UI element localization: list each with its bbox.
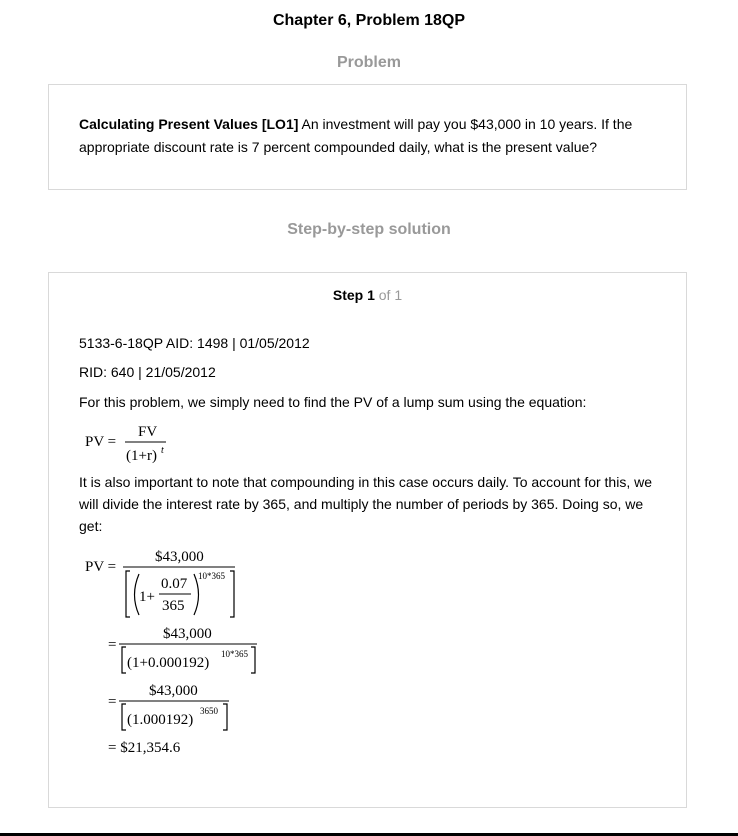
intro-text: For this problem, we simply need to find… bbox=[79, 394, 587, 410]
pv-formula-exponent: t bbox=[161, 445, 164, 456]
calc-numerator-3: $43,000 bbox=[149, 683, 198, 699]
calc-numerator-1: $43,000 bbox=[155, 549, 204, 565]
calc-rate-denominator: 365 bbox=[162, 598, 185, 614]
page-title: Chapter 6, Problem 18QP bbox=[272, 12, 466, 29]
left-bracket-2 bbox=[121, 646, 126, 674]
calc-lhs: PV = bbox=[85, 559, 116, 575]
page: { "page": { "title": "Chapter 6, Problem… bbox=[0, 0, 738, 836]
problem-label: Calculating Present Values [LO1] bbox=[79, 116, 299, 132]
calc-base-2: (1+0.000192) bbox=[127, 655, 209, 671]
calc-exponent-3: 3650 bbox=[200, 706, 219, 716]
pv-formula-denominator: (1+r) bbox=[126, 448, 157, 464]
calc-one-plus: 1+ bbox=[139, 589, 155, 605]
calc-result: = $21,354.6 bbox=[108, 740, 181, 756]
calc-base-3: (1.000192) bbox=[127, 712, 193, 728]
pv-formula-numerator: FV bbox=[138, 424, 157, 440]
right-bracket-1 bbox=[230, 570, 235, 618]
calc-eq-3: = bbox=[108, 694, 116, 710]
problem-box: Calculating Present Values [LO1] An inve… bbox=[48, 84, 687, 190]
right-bracket-3 bbox=[223, 703, 228, 731]
pv-formula-svg: PV = FV (1+r) t bbox=[85, 424, 166, 464]
left-bracket-3 bbox=[121, 703, 126, 731]
calc-exponent-2: 10*365 bbox=[221, 649, 249, 659]
step-header: Step 1 of 1 bbox=[49, 287, 686, 303]
pv-formula: PV = FV (1+r) t bbox=[83, 419, 193, 472]
solution-box: Step 1 of 1 5133-6-18QP AID: 1498 | 01/0… bbox=[48, 272, 687, 808]
calc-eq-2: = bbox=[108, 637, 116, 653]
calc-exponent-1: 10*365 bbox=[198, 571, 226, 581]
compounding-note: It is also important to note that compou… bbox=[79, 474, 653, 534]
solution-heading: Step-by-step solution bbox=[287, 221, 451, 238]
right-bracket-2 bbox=[251, 646, 256, 674]
left-bracket-1 bbox=[125, 570, 130, 618]
problem-heading: Problem bbox=[336, 54, 401, 71]
pv-formula-lhs: PV = bbox=[85, 434, 116, 450]
calc-rate-numerator: 0.07 bbox=[161, 576, 188, 592]
meta-line-2: RID: 640 | 21/05/2012 bbox=[79, 364, 216, 380]
pv-calculation: PV = $43,000 1+ 0.07 365 10*365 = $43,00… bbox=[83, 543, 283, 764]
step-label: Step 1 bbox=[332, 287, 375, 303]
meta-line-1: 5133-6-18QP AID: 1498 | 01/05/2012 bbox=[79, 335, 310, 351]
problem-statement: Calculating Present Values [LO1] An inve… bbox=[79, 113, 659, 159]
calc-numerator-2: $43,000 bbox=[163, 626, 212, 642]
step-count: of 1 bbox=[374, 287, 403, 303]
pv-calculation-svg: PV = $43,000 1+ 0.07 365 10*365 = $43,00… bbox=[85, 549, 257, 756]
